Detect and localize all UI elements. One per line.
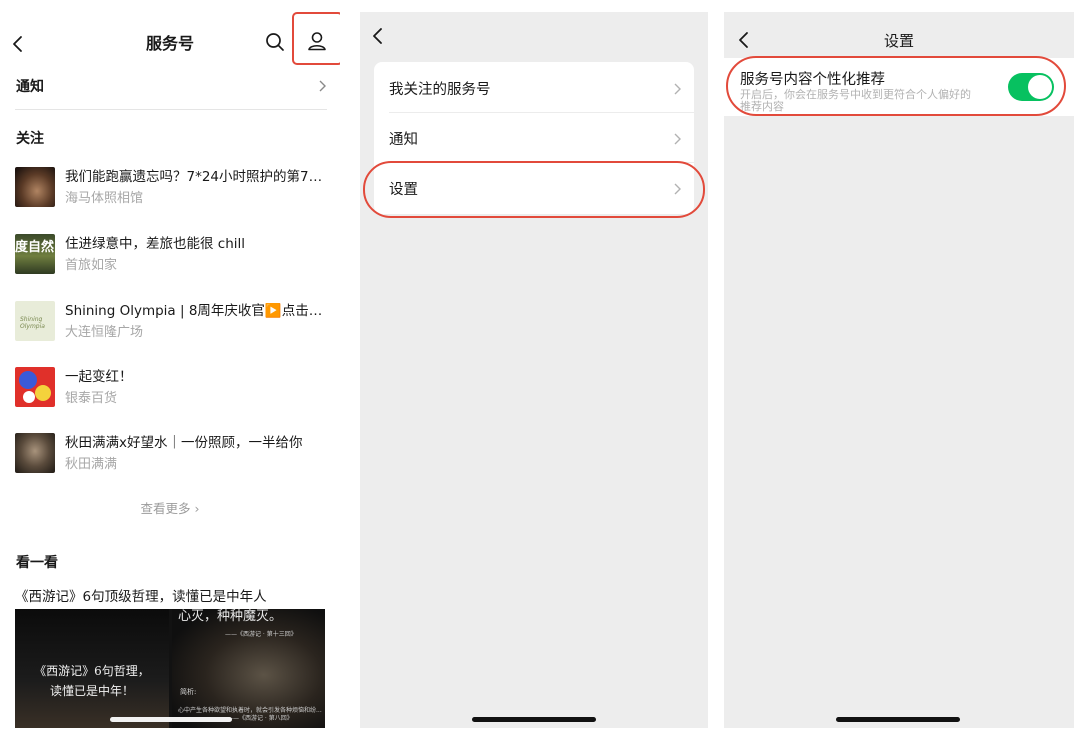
chevron-right-icon — [317, 78, 327, 92]
notice-label: 通知 — [16, 79, 44, 95]
article-headline: 住进绿意中，差旅也能很 chill — [65, 236, 246, 252]
service-accounts-screen: 服务号 通知 关注 我们能跑赢遗忘吗？7*24小时照护的第70... 海马体照相… — [0, 12, 340, 728]
cover-text: ——《西游记 · 第十三回》 — [225, 631, 297, 638]
cover-text: 心灭，种种魔灭。 — [178, 609, 283, 624]
list-item[interactable]: Shining Olympia Shining Olympia | 8周年庆收官… — [15, 298, 327, 344]
menu-item-notice[interactable]: 通知 — [374, 113, 694, 163]
look-section-header: 看一看 — [16, 555, 58, 571]
notice-row[interactable]: 通知 — [15, 74, 327, 110]
article-title[interactable]: 《西游记》6句顶级哲理，读懂已是中年人 — [15, 585, 267, 605]
cover-text: 《西游记》6句哲理， — [34, 664, 150, 678]
menu-item-label: 我关注的服务号 — [389, 82, 491, 98]
cover-text: 简析: — [180, 688, 197, 696]
article-cover-image[interactable]: 《西游记》6句哲理， 读懂已是中年！ 心灭，种种魔灭。 ——《西游记 · 第十三… — [15, 609, 325, 728]
avatar-text: 度自然 — [15, 240, 55, 255]
chevron-right-icon — [672, 131, 682, 145]
article-headline: 秋田满满x好望水｜一份照顾，一半给你 — [65, 435, 303, 451]
list-item[interactable]: 一起变红！ 银泰百货 — [15, 364, 327, 410]
article-headline: Shining Olympia | 8周年庆收官▶️点击查... — [65, 303, 327, 319]
cover-text: 读懂已是中年！ — [49, 684, 134, 698]
chevron-right-icon — [672, 81, 682, 95]
article-headline: 一起变红！ — [65, 369, 133, 385]
list-item[interactable]: 度自然 住进绿意中，差旅也能很 chill 首旅如家 — [15, 231, 327, 277]
home-indicator — [836, 717, 960, 722]
cover-text: ——《西游记 · 第八回》 — [227, 715, 293, 722]
page-title: 服务号 — [145, 34, 194, 53]
home-indicator — [110, 717, 232, 722]
account-name: 银泰百货 — [65, 391, 118, 406]
account-name: 大连恒隆广场 — [65, 325, 144, 340]
account-avatar — [15, 433, 55, 473]
menu-item-label: 通知 — [389, 132, 418, 148]
list-item[interactable]: 我们能跑赢遗忘吗？7*24小时照护的第70... 海马体照相馆 — [15, 164, 327, 210]
article-headline: 我们能跑赢遗忘吗？7*24小时照护的第70... — [65, 169, 327, 185]
home-indicator — [472, 717, 596, 722]
settings-screen: 设置 服务号内容个性化推荐 开启后，你会在服务号中收到更符合个人偏好的推荐内容 — [724, 12, 1074, 728]
account-name: 首旅如家 — [65, 258, 118, 273]
search-icon[interactable] — [265, 32, 285, 52]
follow-section-header: 关注 — [16, 131, 44, 147]
account-avatar: Shining Olympia — [15, 301, 55, 341]
highlight-annotation — [292, 12, 340, 65]
account-avatar — [15, 367, 55, 407]
back-icon[interactable] — [370, 24, 386, 48]
account-avatar — [15, 167, 55, 207]
menu-item-followed-accounts[interactable]: 我关注的服务号 — [374, 63, 694, 113]
see-more-link[interactable]: 查看更多 › — [0, 498, 340, 517]
account-name: 秋田满满 — [65, 457, 118, 472]
highlight-annotation — [726, 56, 1066, 116]
list-item[interactable]: 秋田满满x好望水｜一份照顾，一半给你 秋田满满 — [15, 430, 327, 476]
more-options-screen: 我关注的服务号 通知 设置 — [360, 12, 708, 728]
highlight-annotation — [363, 161, 705, 218]
account-avatar: 度自然 — [15, 234, 55, 274]
page-title: 设置 — [883, 32, 914, 50]
account-name: 海马体照相馆 — [65, 191, 144, 206]
